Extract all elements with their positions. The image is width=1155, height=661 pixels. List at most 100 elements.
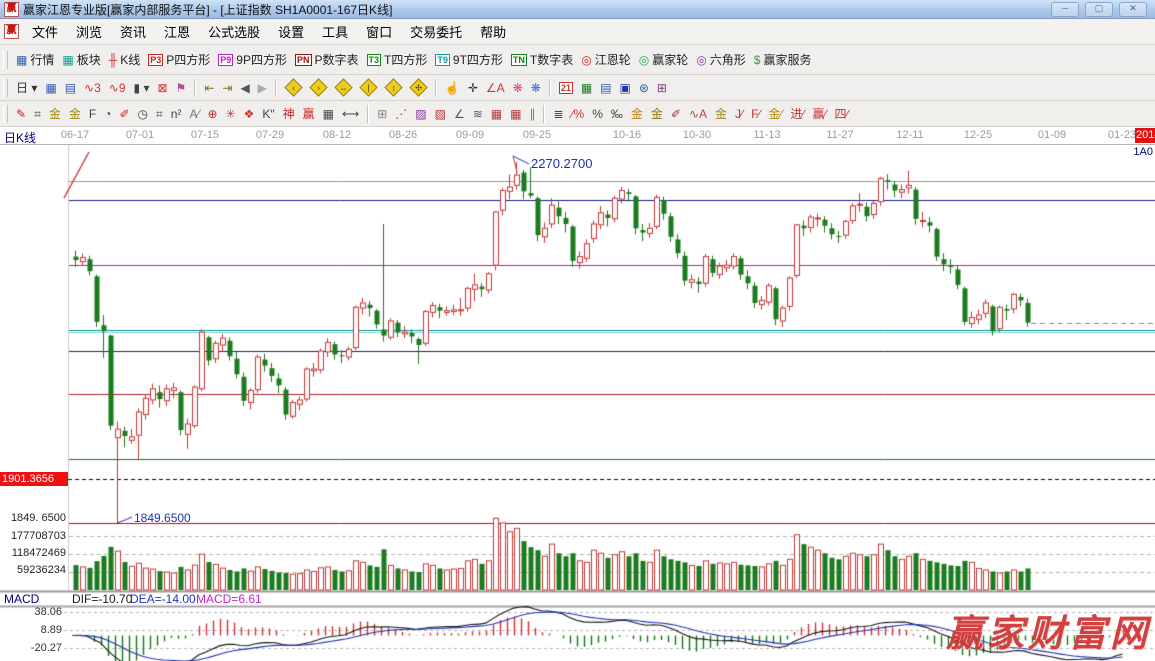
p-number-table-button[interactable]: PNP数字表 (291, 49, 363, 71)
calculator-icon[interactable]: ▦ (577, 77, 596, 99)
memo-icon[interactable]: ▤ (596, 77, 615, 99)
p-square-button[interactable]: P3P四方形 (144, 49, 214, 71)
sectors-button[interactable]: ▦板块 (58, 49, 104, 71)
angle-line-icon[interactable]: ∠ (450, 103, 469, 125)
gold-angle-icon[interactable]: 金∕ (764, 103, 786, 125)
menu-item-4[interactable]: 公式选股 (199, 22, 269, 41)
square-wheel-icon[interactable]: ❖ (240, 103, 259, 125)
crosshair-icon[interactable]: ✛ (464, 77, 482, 99)
shen-tool-icon[interactable]: 神 (279, 103, 299, 125)
maximize-button[interactable]: ▢ (1085, 2, 1113, 17)
draw-knife-icon[interactable]: ✐ (115, 103, 133, 125)
menu-item-2[interactable]: 资讯 (111, 22, 155, 41)
red-grid-icon[interactable]: ▦ (487, 103, 506, 125)
compass-icon[interactable]: ⊕ (203, 103, 221, 125)
winner-service-button[interactable]: $赢家服务 (750, 49, 816, 71)
width-measure-icon[interactable]: ⟷ (338, 103, 363, 125)
gold-underline-icon[interactable]: 金 (711, 103, 731, 125)
rose-pink-icon[interactable]: ❋ (509, 77, 527, 99)
compress-h-icon[interactable]: ∣ (356, 77, 381, 99)
t9-square-button[interactable]: T99T四方形 (431, 49, 507, 71)
zigzag-icon[interactable]: ≋ (469, 103, 487, 125)
n2-grid-icon[interactable]: n² (167, 103, 186, 125)
percent-slash-icon[interactable]: ∕% (568, 103, 589, 125)
minimize-button[interactable]: ─ (1051, 2, 1079, 17)
fibo-grid-icon[interactable]: F (85, 103, 100, 125)
first-page-icon[interactable]: ⇤ (200, 77, 218, 99)
chart-canvas[interactable] (0, 145, 1155, 661)
channel-icon[interactable]: ∥ (525, 103, 539, 125)
p9-square-button[interactable]: P99P四方形 (214, 49, 291, 71)
hide-kline-icon[interactable]: ⊠ (153, 77, 171, 99)
j-angle-icon[interactable]: J∕ (731, 103, 747, 125)
expand-all-icon[interactable]: ✣ (406, 77, 431, 99)
ying-angle-icon[interactable]: 赢∕ (808, 103, 830, 125)
next-bar-icon[interactable]: ▶ (254, 77, 271, 99)
menu-item-8[interactable]: 交易委托 (401, 22, 471, 41)
ink-brush-icon[interactable]: ✐ (667, 103, 685, 125)
save-web-icon[interactable]: ⊛ (635, 77, 653, 99)
rose-blue-icon[interactable]: ❋ (527, 77, 545, 99)
t-number-table-button[interactable]: TNT数字表 (507, 49, 577, 71)
candle-style-icon[interactable]: ▮ ▾ (130, 77, 154, 99)
permille-icon[interactable]: ‰ (607, 103, 627, 125)
menu-item-5[interactable]: 设置 (269, 22, 313, 41)
menu-item-1[interactable]: 浏览 (67, 22, 111, 41)
kline-button[interactable]: ╫K线 (105, 49, 145, 71)
fan-box-icon[interactable]: ▧ (431, 103, 450, 125)
angle-measure-icon[interactable]: ∠A (482, 77, 509, 99)
wave-a-icon[interactable]: ∿A (685, 103, 711, 125)
red-grid-2-icon[interactable]: ▦ (506, 103, 525, 125)
expand-h-icon[interactable]: ↔ (331, 77, 356, 99)
gold-grid-icon[interactable]: 金 (45, 103, 65, 125)
time-grid-icon[interactable]: ⌗ (30, 103, 45, 125)
ying-tool-icon[interactable]: 赢 (299, 103, 319, 125)
gann-fan-icon[interactable]: ⋰ (391, 103, 411, 125)
quotes-button[interactable]: ▦行情 (12, 49, 58, 71)
wave-9-icon[interactable]: ∿9 (105, 77, 130, 99)
color-filter-icon[interactable]: ⚑ (172, 77, 191, 99)
t-square-button[interactable]: T3T四方形 (363, 49, 432, 71)
hand-tool-icon[interactable]: ☝ (441, 77, 464, 99)
hexagon-button[interactable]: ◎六角形 (692, 49, 750, 71)
dense-grid-icon[interactable]: ⌗ (152, 103, 167, 125)
toolbar-grip[interactable] (3, 79, 8, 97)
winner-wheel-button[interactable]: ◎赢家轮 (635, 49, 693, 71)
cycle-circle-icon[interactable]: ◷ (134, 103, 152, 125)
kline-style-icon[interactable]: ▦ (41, 77, 60, 99)
close-button[interactable]: ✕ (1119, 2, 1147, 17)
percent-icon[interactable]: % (588, 103, 607, 125)
calendar-icon[interactable]: 21 (555, 77, 577, 99)
zoom-left-icon[interactable]: ‹ (281, 77, 306, 99)
gann-wheel-button[interactable]: ◎江恩轮 (577, 49, 635, 71)
gold-circle-icon[interactable]: 金 (627, 103, 647, 125)
menu-item-6[interactable]: 工具 (313, 22, 357, 41)
expand-v-icon[interactable]: ↕ (381, 77, 406, 99)
gold-bar-icon[interactable]: 金 (647, 103, 667, 125)
f-angle-icon[interactable]: F∕ (747, 103, 764, 125)
quote-detail-icon[interactable]: ▤ (61, 77, 80, 99)
draw-brush-icon[interactable]: ✎ (12, 103, 30, 125)
menu-item-0[interactable]: 文件 (23, 22, 67, 41)
box-tool-icon[interactable]: ⊞ (373, 103, 391, 125)
k-note-icon[interactable]: K″ (258, 103, 278, 125)
menu-item-7[interactable]: 窗口 (357, 22, 401, 41)
last-page-icon[interactable]: ⇥ (218, 77, 236, 99)
gann-wheel-tool-icon[interactable]: ✳ (222, 103, 240, 125)
toolbar-grip[interactable] (3, 105, 8, 123)
gold-grid-2-icon[interactable]: 金 (65, 103, 85, 125)
jin-angle-icon[interactable]: 进∕ (786, 103, 808, 125)
toolbar-grip[interactable] (3, 51, 8, 69)
fan-grid-icon[interactable]: ▨ (411, 103, 430, 125)
si-angle-icon[interactable]: 四∕ (830, 103, 852, 125)
export-icon[interactable]: ⊞ (653, 77, 671, 99)
number-grid-icon[interactable]: ▦ (319, 103, 338, 125)
period-selector-daily[interactable]: 日 ▾ (12, 77, 41, 99)
a-line-icon[interactable]: A∕ (185, 103, 203, 125)
menu-item-9[interactable]: 帮助 (471, 22, 515, 41)
zoom-right-icon[interactable]: › (306, 77, 331, 99)
prev-bar-icon[interactable]: ◀ (236, 77, 253, 99)
menu-item-3[interactable]: 江恩 (155, 22, 199, 41)
save-icon[interactable]: ▣ (616, 77, 635, 99)
scale-icon[interactable]: ≣ (549, 103, 567, 125)
